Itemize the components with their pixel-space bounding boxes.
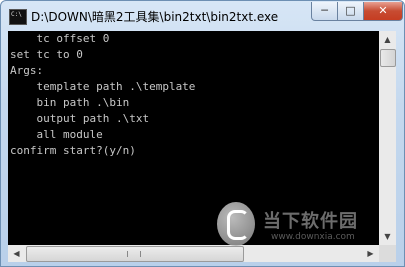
vertical-scrollbar[interactable]: ▲ ▼ [379,31,396,245]
window-title: D:\DOWN\暗黑2工具集\bin2txt\bin2txt.exe [31,10,279,24]
vertical-scroll-thumb[interactable] [380,49,396,67]
scroll-left-arrow-icon[interactable]: ◀ [8,245,25,262]
console-line: bin path .\bin [10,96,130,109]
maximize-button[interactable]: □ [337,2,364,21]
scroll-right-arrow-icon[interactable]: ▶ [362,245,379,262]
watermark-text: 当下软件园 [263,211,358,232]
scroll-grip-icon [127,251,141,257]
console-window: D:\DOWN\暗黑2工具集\bin2txt\bin2txt.exe ─ □ ✕… [0,0,405,267]
title-bar[interactable]: D:\DOWN\暗黑2工具集\bin2txt\bin2txt.exe ─ □ ✕ [1,1,404,31]
scroll-up-arrow-icon[interactable]: ▲ [379,31,396,48]
minimize-button[interactable]: ─ [311,2,338,21]
console-line: tc offset 0 [10,32,110,45]
watermark-logo-icon [217,202,255,246]
console-line: set tc to 0 [10,48,83,61]
console-line: Args: [10,64,44,77]
console-line: template path .\template [10,80,196,93]
console-line: all module [10,128,103,141]
console-line: confirm start?(y/n) [10,144,136,157]
scroll-down-arrow-icon[interactable]: ▼ [379,228,396,245]
close-button[interactable]: ✕ [363,2,403,21]
horizontal-scroll-thumb[interactable] [26,246,244,262]
watermark-url: www.downxia.com [271,232,355,242]
console-line: output path .\txt [10,112,150,125]
scrollbar-corner [379,245,396,262]
horizontal-scrollbar[interactable]: ◀ ▶ [8,245,379,262]
console-app-icon [9,9,27,25]
